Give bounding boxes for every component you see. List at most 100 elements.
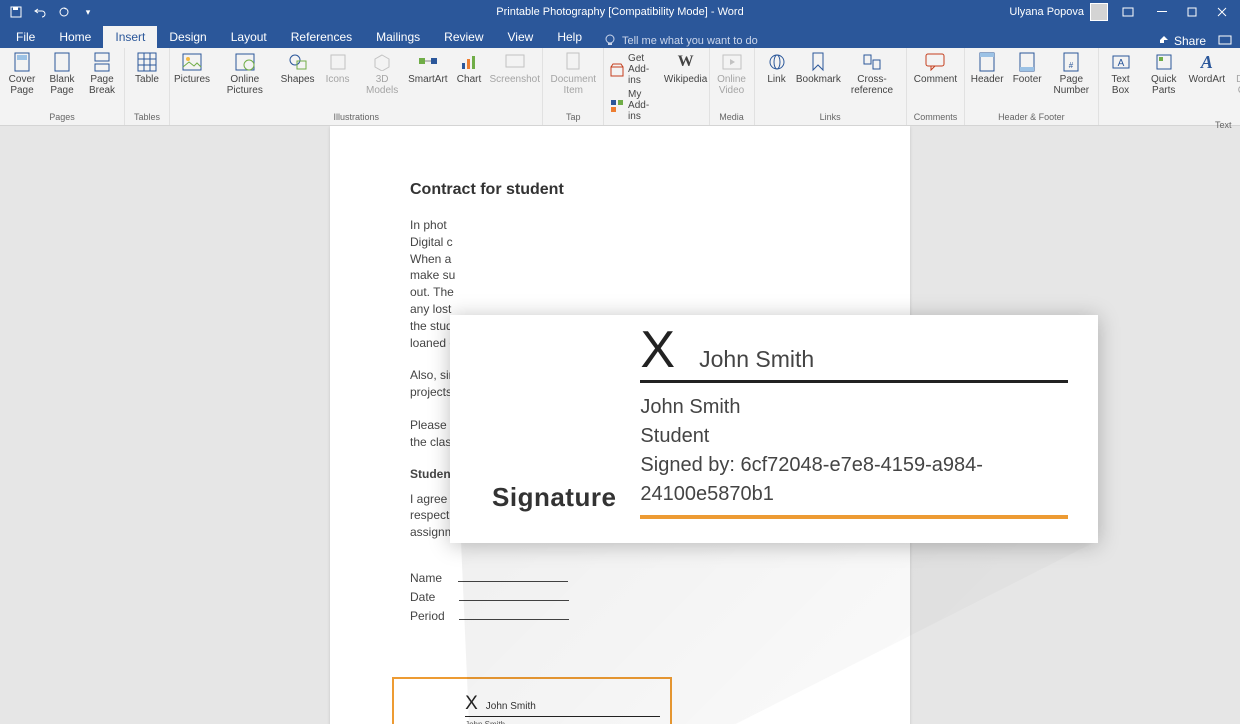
svg-text:A: A xyxy=(1117,58,1124,69)
screenshot-icon xyxy=(505,52,525,72)
drop-cap-button: ADrop Cap xyxy=(1229,50,1240,98)
wordart-icon: A xyxy=(1197,52,1217,72)
page-number-button[interactable]: #Page Number xyxy=(1049,50,1093,98)
3d-models-button: 3D Models xyxy=(360,50,405,98)
table-button[interactable]: Table xyxy=(129,50,165,87)
document-area[interactable]: Contract for student In phot Digital c W… xyxy=(0,126,1240,724)
quick-parts-button[interactable]: Quick Parts xyxy=(1143,50,1185,98)
store-icon xyxy=(610,63,624,77)
my-addins-button[interactable]: My Add-ins xyxy=(608,88,663,123)
ribbon-group-label: Comments xyxy=(911,110,960,125)
tab-design[interactable]: Design xyxy=(157,26,218,48)
form-period-line: Period xyxy=(410,607,830,626)
ribbon-group-label: Media xyxy=(714,110,750,125)
shapes-button[interactable]: Shapes xyxy=(280,50,316,87)
document-item-button: Document Item xyxy=(547,50,599,98)
lightbulb-icon xyxy=(604,34,616,48)
tab-home[interactable]: Home xyxy=(47,26,103,48)
wordart-button[interactable]: AWordArt xyxy=(1189,50,1225,87)
tab-layout[interactable]: Layout xyxy=(219,26,279,48)
quick-parts-icon xyxy=(1154,52,1174,72)
title-bar: ▾ Printable Photography [Compatibility M… xyxy=(0,0,1240,24)
cross-ref-icon xyxy=(862,52,882,72)
video-icon xyxy=(722,52,742,72)
comments-pane-icon[interactable] xyxy=(1218,35,1232,47)
ribbon-group-pages: Cover Page Blank Page Page Break Pages xyxy=(0,48,125,125)
addins-icon xyxy=(610,99,624,113)
icons-button: Icons xyxy=(320,50,356,87)
window-title: Printable Photography [Compatibility Mod… xyxy=(496,6,743,18)
page-number-icon: # xyxy=(1061,52,1081,72)
tab-review[interactable]: Review xyxy=(432,26,495,48)
smartart-button[interactable]: SmartArt xyxy=(409,50,447,87)
footer-button[interactable]: Footer xyxy=(1009,50,1045,87)
tab-help[interactable]: Help xyxy=(545,26,594,48)
chart-icon xyxy=(459,52,479,72)
ribbon-group-headerfooter: Header Footer #Page Number Header & Foot… xyxy=(965,48,1098,125)
callout-caption: Signature xyxy=(492,482,616,519)
ribbon-group-tap: Document Item Tap xyxy=(543,48,604,125)
signature-callout: Signature X John Smith John Smith Studen… xyxy=(450,315,1098,543)
chart-button[interactable]: Chart xyxy=(451,50,487,87)
tell-me-search[interactable]: Tell me what you want to do xyxy=(594,34,768,48)
signature-x: X xyxy=(465,693,478,715)
share-icon xyxy=(1158,35,1170,47)
callout-meta: John Smith Student Signed by: 6cf72048-e… xyxy=(640,393,1068,509)
tab-references[interactable]: References xyxy=(279,26,364,48)
online-pictures-button[interactable]: Online Pictures xyxy=(214,50,276,98)
tab-insert[interactable]: Insert xyxy=(103,26,157,48)
callout-x: X xyxy=(640,324,675,376)
signature-object[interactable]: Signature X John Smith John Smith Studen… xyxy=(392,677,672,724)
text-box-button[interactable]: AText Box xyxy=(1103,50,1139,98)
avatar[interactable] xyxy=(1090,3,1108,21)
form-date-line: Date xyxy=(410,588,830,607)
user-name[interactable]: Ulyana Popova xyxy=(1009,6,1084,18)
page-break-button[interactable]: Page Break xyxy=(84,50,120,98)
form-name-line: Name xyxy=(410,569,830,588)
ribbon-group-label: Tap xyxy=(547,110,599,125)
tab-file[interactable]: File xyxy=(4,26,47,48)
shapes-icon xyxy=(288,52,308,72)
pictures-button[interactable]: Pictures xyxy=(174,50,210,87)
minimize-button[interactable] xyxy=(1148,2,1176,22)
bookmark-button[interactable]: Bookmark xyxy=(799,50,839,87)
link-button[interactable]: Link xyxy=(759,50,795,87)
ribbon-display-icon[interactable] xyxy=(1114,2,1142,22)
qat-customize-icon[interactable]: ▾ xyxy=(80,4,96,20)
blank-page-button[interactable]: Blank Page xyxy=(44,50,80,98)
ribbon-group-label: Pages xyxy=(4,110,120,125)
cover-page-icon xyxy=(12,52,32,72)
table-icon xyxy=(137,52,157,72)
tell-me-label: Tell me what you want to do xyxy=(622,35,758,47)
ribbon-group-label: Illustrations xyxy=(174,110,538,125)
document-item-icon xyxy=(563,52,583,72)
page-break-icon xyxy=(92,52,112,72)
save-icon[interactable] xyxy=(8,4,24,20)
ribbon-group-comments: Comment Comments xyxy=(907,48,965,125)
share-button[interactable]: Share xyxy=(1158,34,1206,48)
online-pictures-icon xyxy=(235,52,255,72)
link-icon xyxy=(767,52,787,72)
tab-view[interactable]: View xyxy=(496,26,546,48)
header-button[interactable]: Header xyxy=(969,50,1005,87)
cross-reference-button[interactable]: Cross-reference xyxy=(842,50,902,98)
cover-page-button[interactable]: Cover Page xyxy=(4,50,40,98)
tab-mailings[interactable]: Mailings xyxy=(364,26,432,48)
wikipedia-button[interactable]: WWikipedia xyxy=(667,50,705,87)
redo-icon[interactable] xyxy=(56,4,72,20)
screenshot-button: Screenshot xyxy=(491,50,538,87)
comment-button[interactable]: Comment xyxy=(911,50,960,87)
online-video-button: Online Video xyxy=(714,50,750,98)
ribbon-group-illustrations: Pictures Online Pictures Shapes Icons 3D… xyxy=(170,48,543,125)
ribbon-group-links: Link Bookmark Cross-reference Links xyxy=(755,48,907,125)
callout-signed-name: John Smith xyxy=(699,346,814,373)
ribbon-group-label: Tables xyxy=(129,110,165,125)
close-button[interactable] xyxy=(1208,2,1236,22)
maximize-button[interactable] xyxy=(1178,2,1206,22)
get-addins-button[interactable]: Get Add-ins xyxy=(608,52,663,87)
undo-icon[interactable] xyxy=(32,4,48,20)
signature-meta: John Smith Student Signed by: 6cf72048-e… xyxy=(465,719,660,724)
ribbon: Cover Page Blank Page Page Break Pages T… xyxy=(0,48,1240,126)
svg-text:#: # xyxy=(1069,61,1074,70)
callout-signature-line: X John Smith xyxy=(640,324,1068,383)
